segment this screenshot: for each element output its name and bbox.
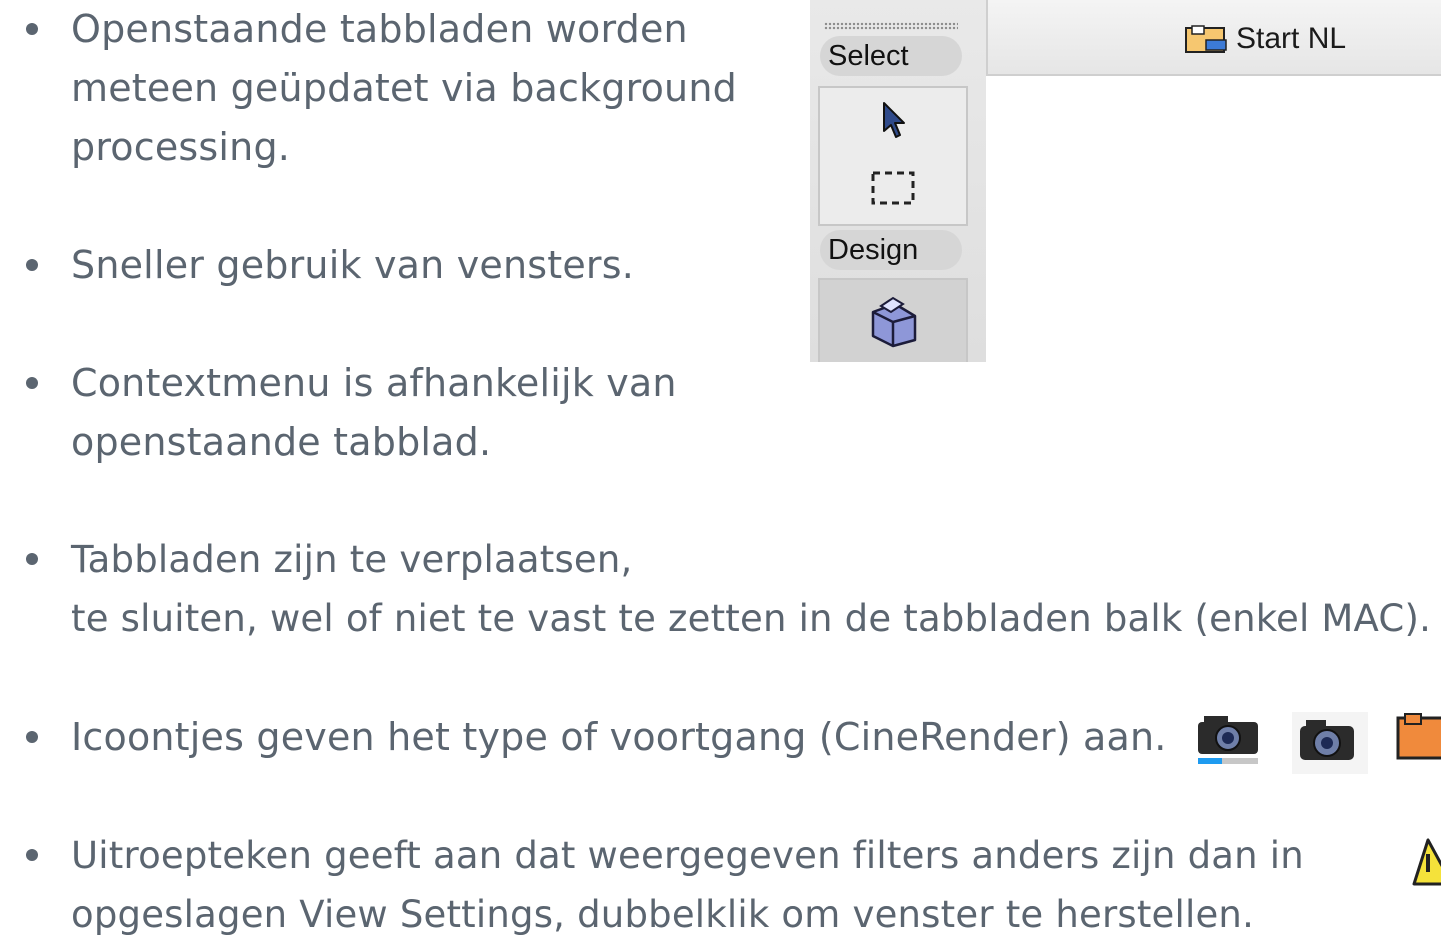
arrow-icon xyxy=(883,102,905,138)
camera-icon xyxy=(1292,712,1368,774)
bullet-item: Tabbladen zijn te verplaatsen, te sluite… xyxy=(0,530,1441,650)
bullet-line: Uitroepteken geeft aan dat weergegeven f… xyxy=(71,834,1304,877)
bullet-text: Openstaande tabbladen worden meteen geüp… xyxy=(71,0,737,177)
bullet-line: meteen geüpdatet via background xyxy=(71,66,737,110)
bullet-item: Uitroepteken geeft aan dat weergegeven f… xyxy=(0,826,1380,936)
bullet-line: processing. xyxy=(71,125,291,169)
bullet-item: Icoontjes geven het type of voortgang (C… xyxy=(0,708,1180,768)
camera-progress-icon xyxy=(1192,712,1264,766)
warning-icon xyxy=(1412,836,1441,888)
design-tool-group xyxy=(818,278,968,362)
bullet-dot xyxy=(26,23,38,35)
palette-grip[interactable] xyxy=(824,22,958,30)
bullet-line: Icoontjes geven het type of voortgang (C… xyxy=(71,715,1167,759)
bullet-text: Uitroepteken geeft aan dat weergegeven f… xyxy=(71,826,1304,944)
bullet-text: Icoontjes geven het type of voortgang (C… xyxy=(71,708,1167,767)
bullet-line: Tabbladen zijn te verplaatsen, xyxy=(71,538,633,581)
bullet-item: Sneller gebruik van vensters. xyxy=(0,236,780,296)
bullet-dot xyxy=(26,731,38,743)
bullet-dot xyxy=(26,553,38,565)
tab-start-nl[interactable]: Start NL xyxy=(1184,22,1346,56)
arrow-tool[interactable] xyxy=(873,100,913,142)
bullet-line: Contextmenu is afhankelijk van xyxy=(71,361,677,405)
bullet-dot xyxy=(26,259,38,271)
bullet-line: te sluiten, wel of niet te vast te zette… xyxy=(71,597,1432,640)
bullet-line: Openstaande tabbladen worden xyxy=(71,7,688,51)
bullet-item: Contextmenu is afhankelijk van openstaan… xyxy=(0,354,780,474)
marquee-tool[interactable] xyxy=(868,168,918,208)
wall-icon xyxy=(871,296,917,348)
wall-tool[interactable] xyxy=(863,290,923,350)
tab-title-label: Start NL xyxy=(1236,22,1347,55)
bullet-text: Tabbladen zijn te verplaatsen, te sluite… xyxy=(71,530,1431,648)
orange-folder-icon xyxy=(1395,712,1441,764)
document-area: Start NL xyxy=(986,0,1441,362)
bullet-text: Contextmenu is afhankelijk van openstaan… xyxy=(71,354,677,472)
toolbox-palette: Select Design xyxy=(810,0,987,362)
select-tool-group xyxy=(818,86,968,226)
bullet-line: opgeslagen View Settings, dubbelklik om … xyxy=(71,893,1255,936)
design-section-label: Design xyxy=(820,230,962,270)
bullet-item: Openstaande tabbladen worden meteen geüp… xyxy=(0,0,780,180)
tab-bar: Start NL xyxy=(986,0,1441,76)
bullet-dot xyxy=(26,377,38,389)
app-screenshot: Select Design Start NL xyxy=(810,0,1441,362)
bullet-line: Sneller gebruik van vensters. xyxy=(71,243,635,287)
bullet-text: Sneller gebruik van vensters. xyxy=(71,236,634,295)
bullet-line: openstaande tabblad. xyxy=(71,420,492,464)
select-section-label: Select xyxy=(820,36,962,76)
folder-plan-icon xyxy=(1185,25,1227,53)
marquee-icon xyxy=(871,171,915,205)
bullet-dot xyxy=(26,849,38,861)
